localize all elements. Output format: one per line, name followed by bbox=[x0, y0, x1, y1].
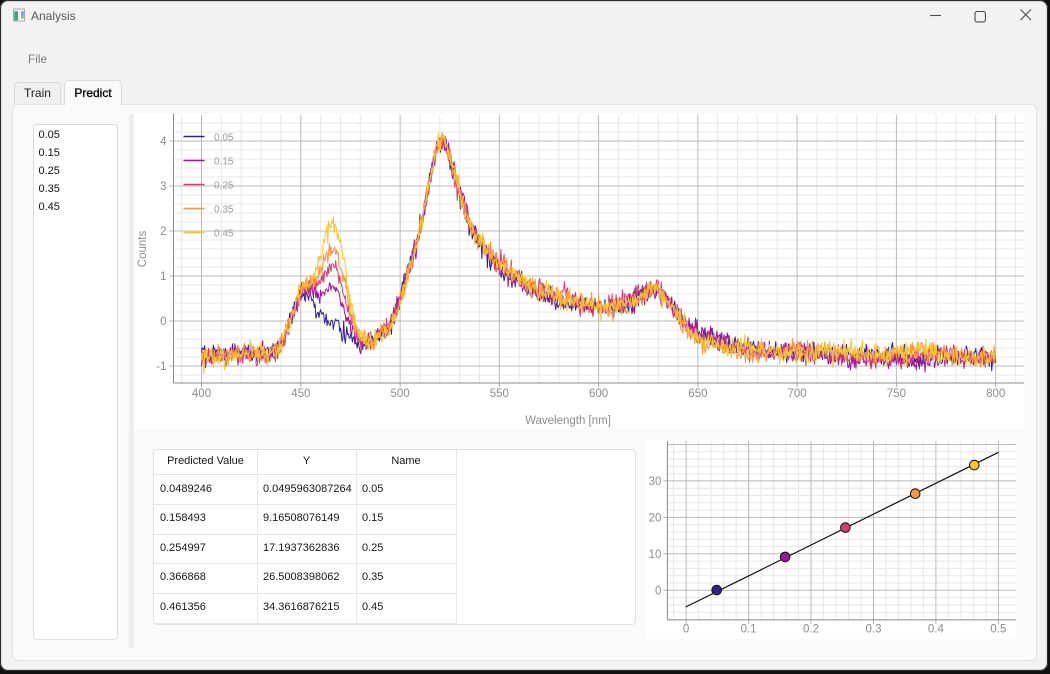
svg-text:0.25: 0.25 bbox=[214, 181, 234, 192]
svg-text:0.3: 0.3 bbox=[866, 623, 882, 635]
svg-text:0.05: 0.05 bbox=[214, 133, 234, 144]
svg-text:0.45: 0.45 bbox=[214, 229, 234, 240]
svg-text:600: 600 bbox=[589, 388, 608, 400]
svg-text:0: 0 bbox=[655, 585, 661, 597]
svg-text:20: 20 bbox=[649, 512, 662, 524]
svg-text:3: 3 bbox=[160, 181, 166, 193]
svg-text:0.35: 0.35 bbox=[214, 205, 234, 216]
svg-text:-1: -1 bbox=[156, 361, 166, 373]
svg-text:Wavelength [nm]: Wavelength [nm] bbox=[525, 415, 611, 427]
svg-text:0.1: 0.1 bbox=[741, 623, 757, 635]
svg-text:400: 400 bbox=[192, 388, 211, 400]
svg-text:0: 0 bbox=[160, 316, 166, 328]
svg-text:550: 550 bbox=[490, 388, 509, 400]
svg-text:0: 0 bbox=[683, 623, 689, 635]
svg-text:800: 800 bbox=[986, 388, 1005, 400]
svg-text:1: 1 bbox=[160, 271, 166, 283]
svg-text:Counts: Counts bbox=[137, 231, 149, 268]
svg-text:10: 10 bbox=[649, 549, 662, 561]
svg-text:2: 2 bbox=[160, 226, 166, 238]
svg-text:500: 500 bbox=[391, 388, 410, 400]
svg-text:0.5: 0.5 bbox=[990, 623, 1006, 635]
svg-text:650: 650 bbox=[688, 388, 707, 400]
svg-text:700: 700 bbox=[788, 388, 807, 400]
svg-text:0.4: 0.4 bbox=[928, 623, 945, 635]
svg-text:750: 750 bbox=[887, 388, 906, 400]
svg-text:4: 4 bbox=[160, 136, 167, 148]
svg-text:450: 450 bbox=[291, 388, 310, 400]
svg-text:0.2: 0.2 bbox=[803, 623, 819, 635]
svg-text:30: 30 bbox=[649, 476, 662, 488]
svg-text:0.15: 0.15 bbox=[214, 157, 234, 168]
